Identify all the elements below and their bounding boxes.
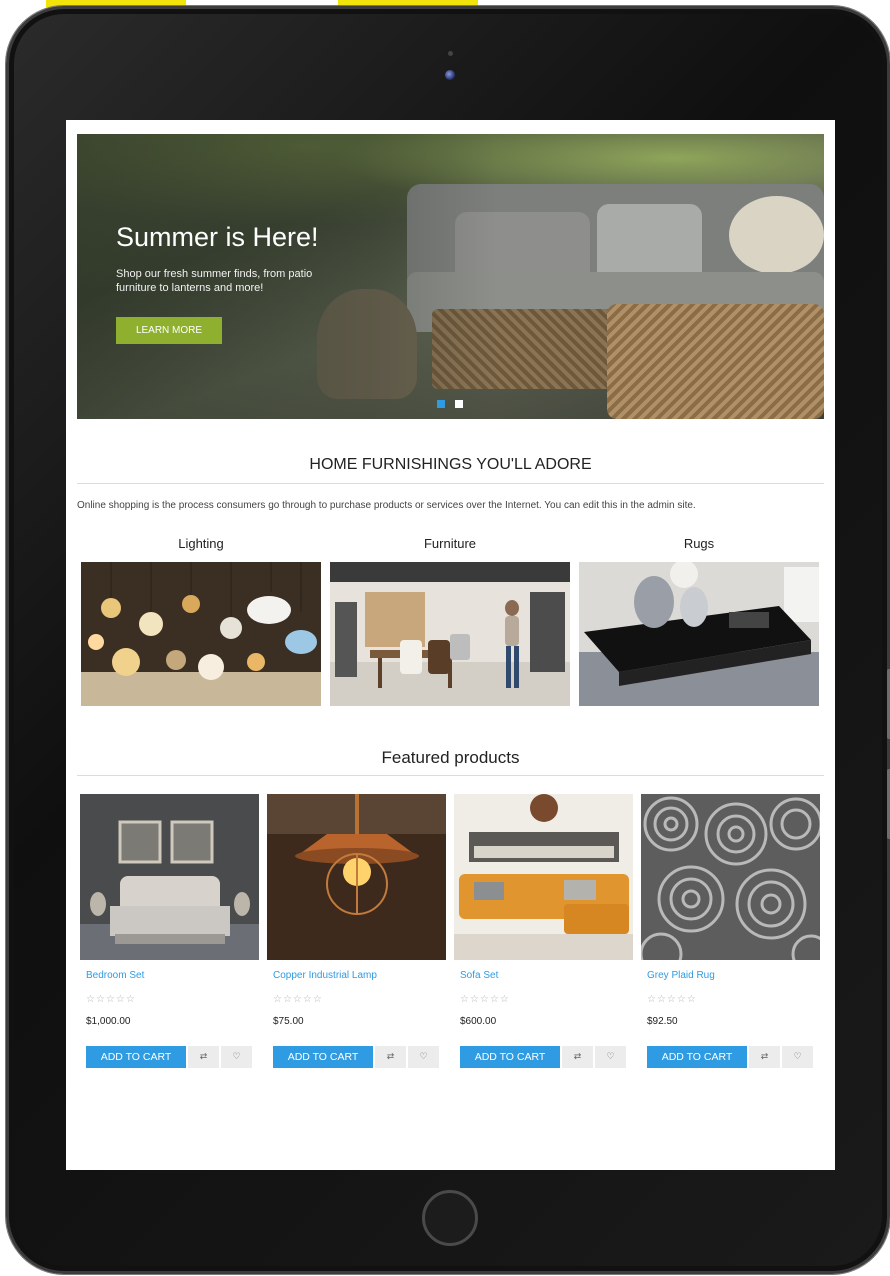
divider: [77, 775, 824, 776]
featured-title: Featured products: [381, 748, 520, 767]
home-button[interactable]: [422, 1190, 478, 1246]
rating-stars: ☆☆☆☆☆: [86, 994, 136, 1005]
add-to-cart-button[interactable]: ADD TO CART: [273, 1046, 373, 1068]
slider-dot-2[interactable]: [455, 400, 463, 408]
rating-stars: ☆☆☆☆☆: [460, 994, 510, 1005]
product-image-grey-rug[interactable]: [641, 794, 820, 960]
product-name[interactable]: Bedroom Set: [86, 970, 144, 981]
category-lighting[interactable]: Lighting: [81, 536, 321, 706]
product-price: $92.50: [647, 1016, 678, 1027]
cushion: [729, 196, 824, 274]
product-name[interactable]: Copper Industrial Lamp: [273, 970, 377, 981]
product-name[interactable]: Grey Plaid Rug: [647, 970, 715, 981]
camera-icon: [445, 70, 455, 80]
product-card: Bedroom Set ☆☆☆☆☆ $1,000.00 ADD TO CART …: [80, 794, 259, 1068]
rugs-image[interactable]: [579, 562, 819, 706]
heart-icon[interactable]: ♡: [408, 1046, 439, 1068]
sensor: [448, 51, 453, 56]
hero-subtitle: Shop our fresh summer finds, from patio …: [116, 268, 313, 294]
slider-dots: [437, 400, 463, 408]
product-name[interactable]: Sofa Set: [460, 970, 498, 981]
hero-title: Summer is Here!: [116, 222, 319, 252]
category-furniture[interactable]: Furniture: [330, 536, 570, 706]
compare-icon[interactable]: ⇄: [188, 1046, 219, 1068]
product-image-bedroom-set[interactable]: [80, 794, 259, 960]
add-to-cart-button[interactable]: ADD TO CART: [460, 1046, 560, 1068]
rating-stars: ☆☆☆☆☆: [273, 994, 323, 1005]
ottoman-image: [607, 304, 824, 419]
product-price: $1,000.00: [86, 1016, 131, 1027]
compare-icon[interactable]: ⇄: [375, 1046, 406, 1068]
product-card: Grey Plaid Rug ☆☆☆☆☆ $92.50 ADD TO CART …: [641, 794, 820, 1068]
slider-dot-1[interactable]: [437, 400, 445, 408]
page: Summer is Here! Shop our fresh summer fi…: [0, 0, 890, 1276]
product-card: Copper Industrial Lamp ☆☆☆☆☆ $75.00 ADD …: [267, 794, 446, 1068]
rating-stars: ☆☆☆☆☆: [647, 994, 697, 1005]
product-price: $600.00: [460, 1016, 497, 1027]
heart-icon[interactable]: ♡: [221, 1046, 252, 1068]
category-label[interactable]: Furniture: [330, 536, 570, 554]
product-price: $75.00: [273, 1016, 304, 1027]
add-to-cart-button[interactable]: ADD TO CART: [86, 1046, 186, 1068]
category-label[interactable]: Rugs: [579, 536, 819, 554]
divider: [77, 483, 824, 484]
screen: Summer is Here! Shop our fresh summer fi…: [66, 120, 835, 1170]
learn-more-button[interactable]: LEARN MORE: [116, 317, 222, 344]
product-image-sofa-set[interactable]: [454, 794, 633, 960]
compare-icon[interactable]: ⇄: [562, 1046, 593, 1068]
furnishings-title: HOME FURNISHINGS YOU'LL ADORE: [309, 456, 592, 473]
heart-icon[interactable]: ♡: [782, 1046, 813, 1068]
furniture-image[interactable]: [330, 562, 570, 706]
heart-icon[interactable]: ♡: [595, 1046, 626, 1068]
category-rugs[interactable]: Rugs: [579, 536, 819, 706]
category-label[interactable]: Lighting: [81, 536, 321, 554]
lighting-image[interactable]: [81, 562, 321, 706]
furnishings-intro: Online shopping is the process consumers…: [77, 500, 696, 511]
compare-icon[interactable]: ⇄: [749, 1046, 780, 1068]
product-card: Sofa Set ☆☆☆☆☆ $600.00 ADD TO CART ⇄ ♡: [454, 794, 633, 1068]
add-to-cart-button[interactable]: ADD TO CART: [647, 1046, 747, 1068]
product-image-copper-lamp[interactable]: [267, 794, 446, 960]
hero-banner: Summer is Here! Shop our fresh summer fi…: [77, 134, 824, 419]
